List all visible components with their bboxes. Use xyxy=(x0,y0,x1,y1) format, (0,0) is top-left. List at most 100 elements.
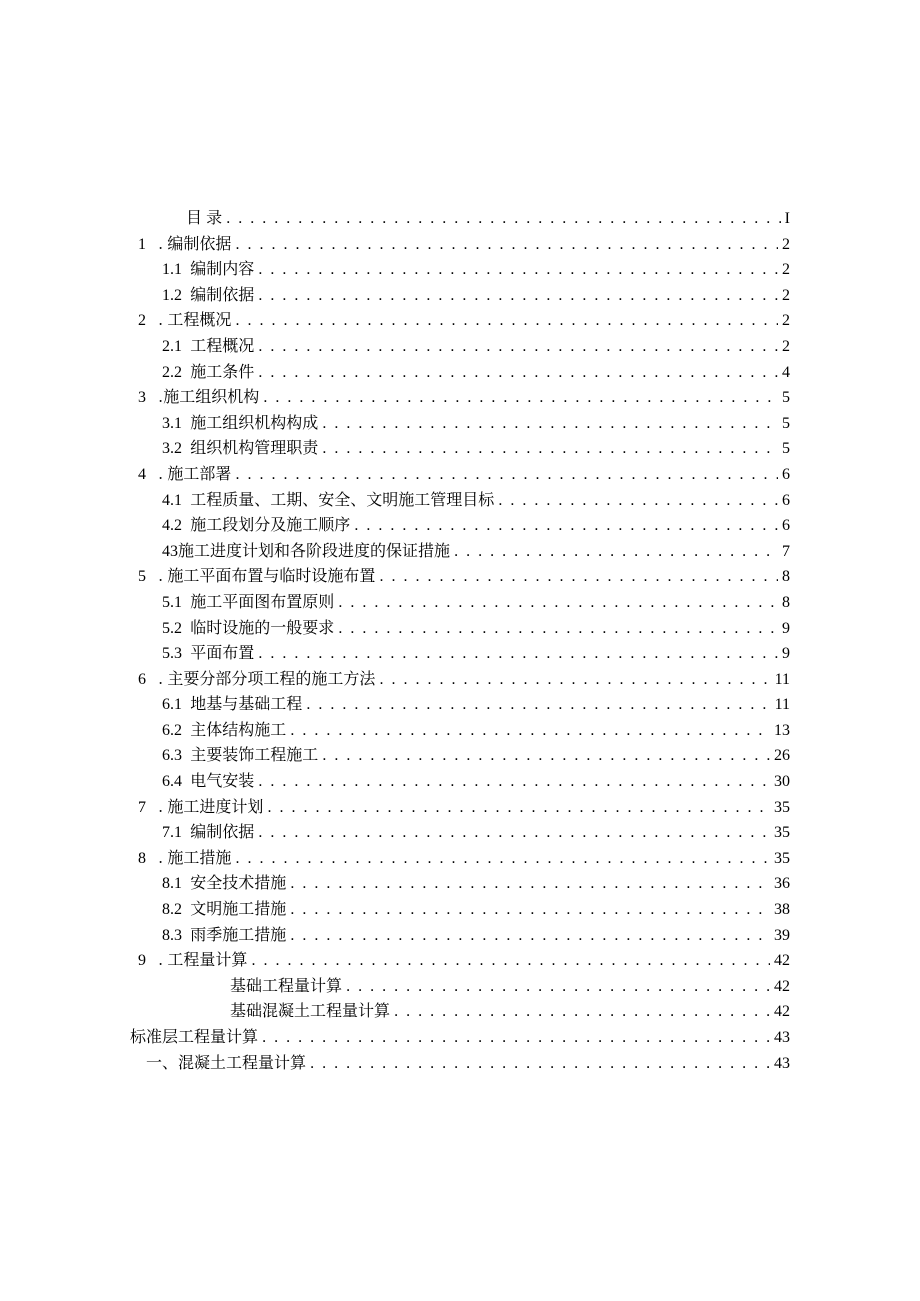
toc-entry-label: 安全技术措施 xyxy=(190,871,286,893)
toc-leader-dots xyxy=(263,387,778,409)
toc-entry-label: 组织机构管理职责 xyxy=(190,436,318,458)
toc-leader-dots xyxy=(290,720,770,742)
toc-entry-page: 2 xyxy=(778,310,790,332)
toc-entry-number: 3 xyxy=(130,387,146,409)
toc-leader-dots xyxy=(306,694,770,716)
toc-entry-label: 电气安装 xyxy=(190,769,254,791)
toc-entry-label: . 施工部署 xyxy=(158,462,231,484)
toc-entry: 5.1 施工平面图布置原则 8 xyxy=(130,590,790,614)
toc-entry-page: 26 xyxy=(770,745,790,767)
toc-entry: 7. 施工进度计划 35 xyxy=(130,795,790,819)
toc-leader-dots xyxy=(258,259,778,281)
toc-entry: 一、混凝土工程量计算 43 xyxy=(130,1051,790,1075)
toc-entry-page: 5 xyxy=(778,387,790,409)
toc-entry-label: 一、混凝土工程量计算 xyxy=(146,1051,306,1073)
toc-entry-subnumber: 5.2 xyxy=(162,618,182,640)
toc-leader-dots xyxy=(454,541,778,563)
toc-entry-subnumber: 43 xyxy=(162,541,178,563)
toc-entry-page: 6 xyxy=(778,515,790,537)
toc-leader-dots xyxy=(346,976,770,998)
toc-entry: 5.2 临时设施的一般要求 9 xyxy=(130,616,790,640)
toc-entry-label: 施工平面图布置原则 xyxy=(190,590,334,612)
toc-entry-label: 施工条件 xyxy=(190,360,254,382)
toc-entry: 7.1 编制依据 35 xyxy=(130,820,790,844)
toc-entry-page: 9 xyxy=(778,643,790,665)
toc-entry-label: .施工组织机构 xyxy=(158,385,259,407)
toc-entry-subnumber: 8.2 xyxy=(162,899,182,921)
toc-entry-label: . 编制依据 xyxy=(158,232,231,254)
toc-entry-subnumber: 5.1 xyxy=(162,592,182,614)
toc-entry-page: 5 xyxy=(778,438,790,460)
toc-leader-dots xyxy=(235,464,778,486)
toc-page: 目 录 I1. 编制依据 21.1 编制内容 21.2 编制依据 22. 工程概… xyxy=(0,0,920,1074)
toc-entry-subnumber: 2.2 xyxy=(162,362,182,384)
toc-entry-page: 43 xyxy=(770,1053,790,1075)
toc-entry: 5.3 平面布置 9 xyxy=(130,641,790,665)
toc-entry-subnumber: 6.2 xyxy=(162,720,182,742)
toc-entry-subnumber: 8.3 xyxy=(162,925,182,947)
toc-entry-page: 30 xyxy=(770,771,790,793)
toc-entry: 3 .施工组织机构 5 xyxy=(130,385,790,409)
toc-entry-page: 2 xyxy=(778,336,790,358)
toc-entry-page: 35 xyxy=(770,797,790,819)
toc-entry-page: 36 xyxy=(770,873,790,895)
toc-leader-dots xyxy=(322,745,770,767)
toc-entry-subnumber: 2.1 xyxy=(162,336,182,358)
toc-entry-label: 编制依据 xyxy=(190,820,254,842)
toc-entry-subnumber: 6.3 xyxy=(162,745,182,767)
toc-entry-number: 5 xyxy=(130,566,146,588)
toc-entry: 5. 施工平面布置与临时设施布置 8 xyxy=(130,564,790,588)
toc-entry: 1.2 编制依据 2 xyxy=(130,283,790,307)
toc-entry-subnumber: 4.1 xyxy=(162,490,182,512)
toc-entry-page: 8 xyxy=(778,592,790,614)
toc-entry-page: I xyxy=(781,208,790,230)
toc-leader-dots xyxy=(235,848,770,870)
toc-entry: 8.2 文明施工措施 38 xyxy=(130,897,790,921)
toc-entry-label: 目 录 xyxy=(186,206,222,228)
toc-leader-dots xyxy=(290,899,770,921)
toc-entry-page: 42 xyxy=(770,976,790,998)
toc-entry: 6.1 地基与基础工程 11 xyxy=(130,692,790,716)
toc-entry: 6.4 电气安装 30 xyxy=(130,769,790,793)
toc-leader-dots xyxy=(258,362,778,384)
toc-entry: 标准层工程量计算 43 xyxy=(130,1025,790,1049)
toc-entry-subnumber: 3.2 xyxy=(162,438,182,460)
toc-entry: 目 录 I xyxy=(130,206,790,230)
toc-entry-label: 编制内容 xyxy=(190,257,254,279)
toc-entry: 9. 工程量计算 42 xyxy=(130,948,790,972)
toc-entry-page: 4 xyxy=(778,362,790,384)
toc-leader-dots xyxy=(258,285,778,307)
toc-entry-page: 2 xyxy=(778,259,790,281)
toc-entry-page: 39 xyxy=(770,925,790,947)
toc-leader-dots xyxy=(267,797,770,819)
toc-leader-dots xyxy=(262,1027,770,1049)
toc-entry: 8.1 安全技术措施 36 xyxy=(130,871,790,895)
toc-entry-label: 编制依据 xyxy=(190,283,254,305)
toc-entry-label: 主要装饰工程施工 xyxy=(190,743,318,765)
toc-entry-subnumber: 5.3 xyxy=(162,643,182,665)
toc-entry-subnumber: 4.2 xyxy=(162,515,182,537)
toc-entry-page: 6 xyxy=(778,464,790,486)
table-of-contents: 目 录 I1. 编制依据 21.1 编制内容 21.2 编制依据 22. 工程概… xyxy=(130,206,790,1074)
toc-entry: 3.2 组织机构管理职责 5 xyxy=(130,436,790,460)
toc-entry: 43 施工进度计划和各阶段进度的保证措施 7 xyxy=(130,539,790,563)
toc-entry-page: 35 xyxy=(770,848,790,870)
toc-entry-subnumber: 8.1 xyxy=(162,873,182,895)
toc-leader-dots xyxy=(379,669,770,691)
toc-entry: 基础工程量计算 42 xyxy=(130,974,790,998)
toc-entry: 4. 施工部署 6 xyxy=(130,462,790,486)
toc-entry: 基础混凝土工程量计算 42 xyxy=(130,999,790,1023)
toc-entry-label: 地基与基础工程 xyxy=(190,692,302,714)
toc-leader-dots xyxy=(235,234,778,256)
toc-entry: 1.1 编制内容 2 xyxy=(130,257,790,281)
toc-entry: 8. 施工措施 35 xyxy=(130,846,790,870)
toc-entry-label: 雨季施工措施 xyxy=(190,923,286,945)
toc-entry-page: 5 xyxy=(778,413,790,435)
toc-entry-label: . 主要分部分项工程的施工方法 xyxy=(158,667,375,689)
toc-leader-dots xyxy=(338,592,778,614)
toc-leader-dots xyxy=(322,438,778,460)
toc-leader-dots xyxy=(338,618,778,640)
toc-entry-subnumber: 3.1 xyxy=(162,413,182,435)
toc-entry-number: 7 xyxy=(130,797,146,819)
toc-entry-page: 38 xyxy=(770,899,790,921)
